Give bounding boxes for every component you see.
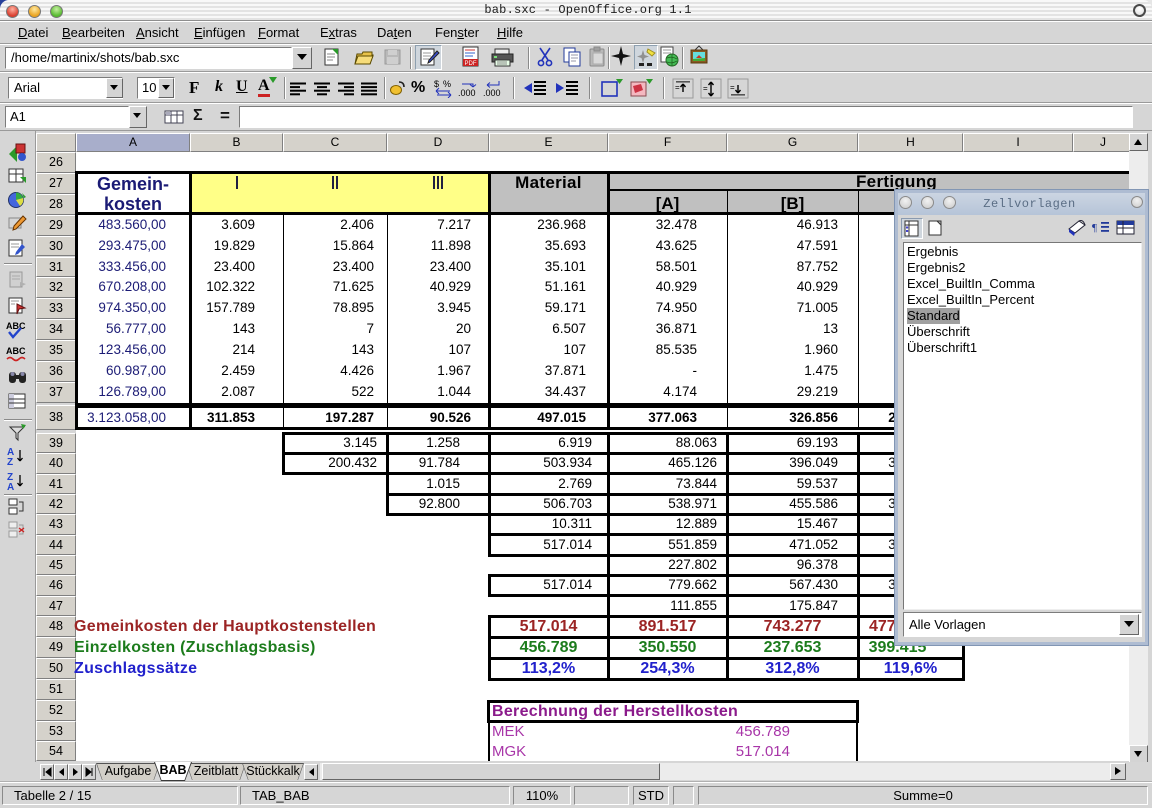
svg-text:=: = (703, 84, 708, 93)
svg-text:.000: .000 (458, 88, 476, 98)
svg-text:$: $ (434, 79, 439, 89)
svg-text:¶: ¶ (1092, 222, 1097, 234)
svg-text:ABC: ABC (6, 321, 26, 331)
svg-text:=: = (730, 83, 735, 92)
svg-text:Z: Z (7, 457, 13, 466)
svg-text:=: = (675, 83, 680, 92)
svg-text:A: A (7, 482, 14, 491)
svg-text:%: % (443, 79, 451, 89)
svg-text:PDF: PDF (465, 61, 477, 67)
svg-text:.000: .000 (483, 88, 501, 98)
svg-text:ABC: ABC (6, 346, 26, 356)
